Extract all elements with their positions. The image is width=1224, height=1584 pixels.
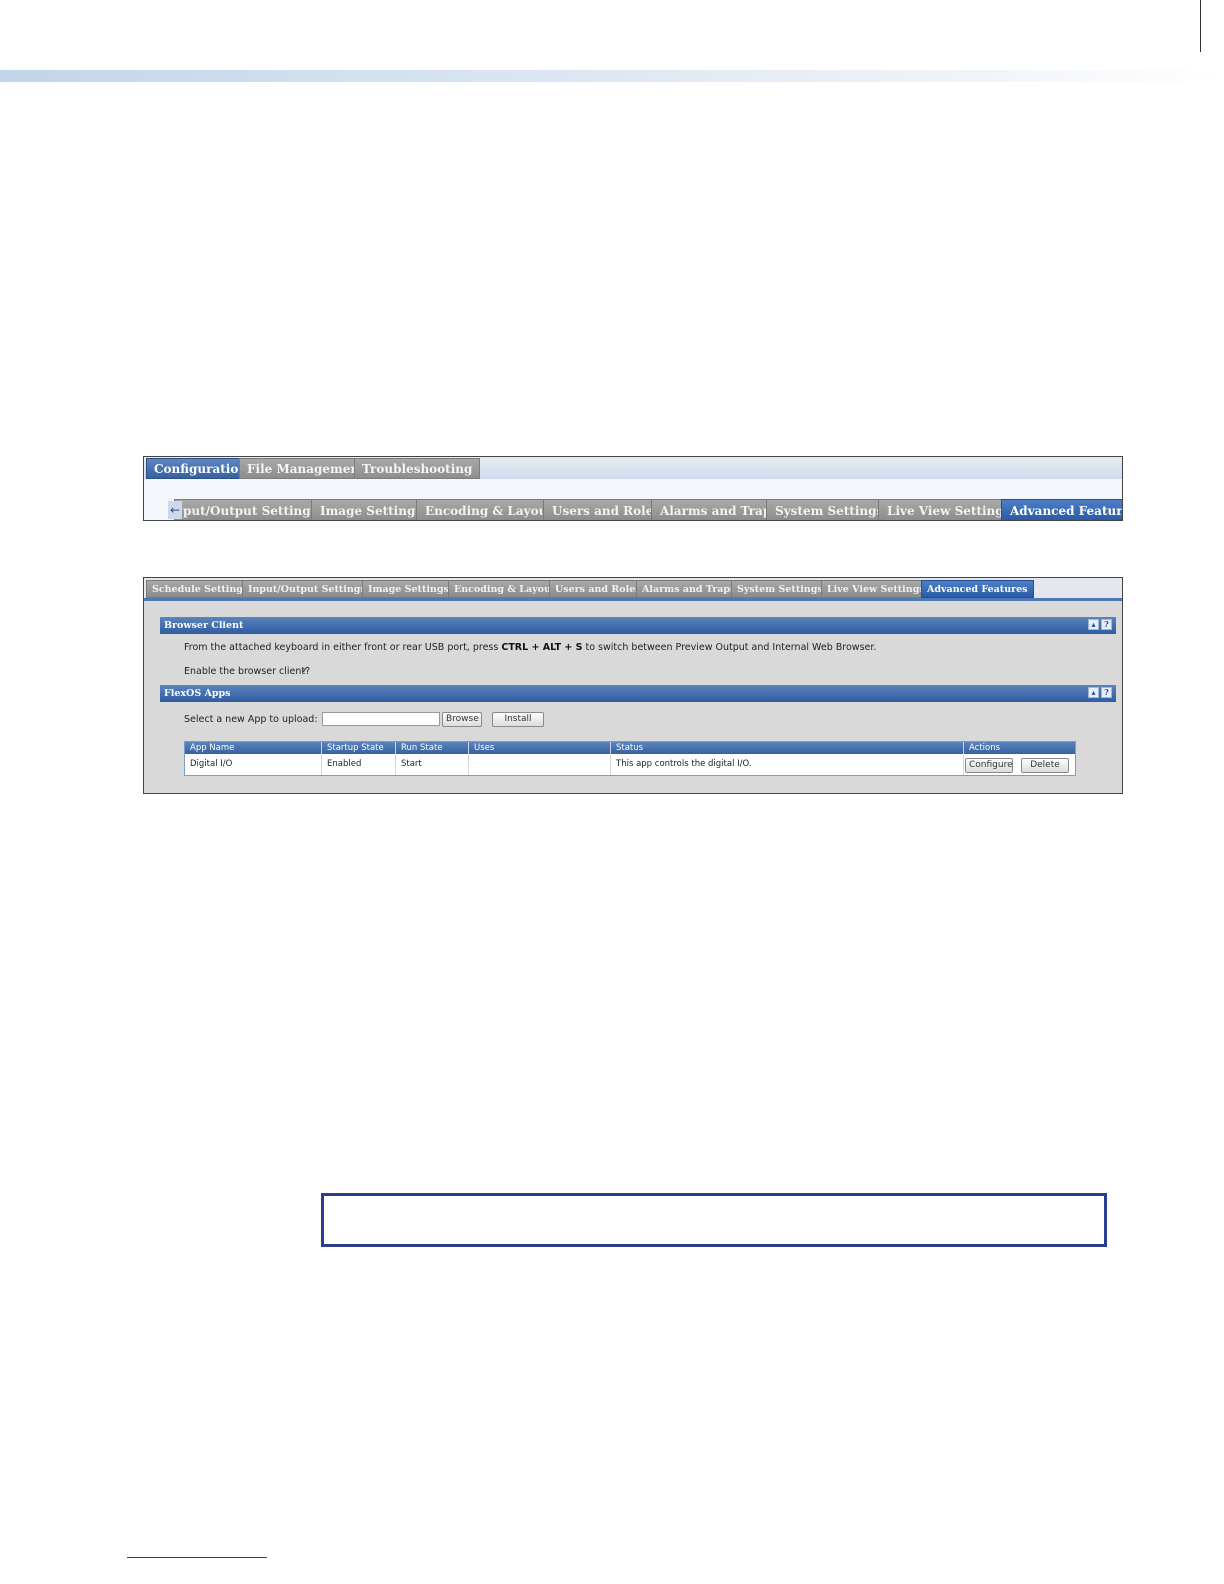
col-startup-state: Startup State bbox=[321, 742, 395, 754]
tab-image-settings[interactable]: Image Settings bbox=[362, 580, 455, 598]
subtab-system-settings[interactable]: System Settings bbox=[766, 499, 893, 520]
col-actions: Actions bbox=[963, 742, 1075, 754]
footer-rule bbox=[127, 1557, 267, 1558]
tab-system-settings[interactable]: System Settings bbox=[731, 580, 829, 598]
flexos-apps-title: FlexOS Apps bbox=[164, 688, 231, 699]
tab-schedule-settings[interactable]: Schedule Settings bbox=[146, 580, 255, 598]
browse-button[interactable]: Browse bbox=[442, 712, 482, 727]
help-icon[interactable]: ? bbox=[1101, 619, 1112, 630]
cell-status: This app controls the digital I/O. bbox=[610, 755, 963, 775]
cell-startup-state: Enabled bbox=[321, 755, 395, 775]
cell-uses bbox=[468, 755, 610, 775]
delete-button[interactable]: Delete bbox=[1021, 758, 1069, 773]
main-tab-bar: Configuration File Management Troublesho… bbox=[144, 457, 1122, 480]
subtab-image-settings[interactable]: Image Settings bbox=[311, 499, 432, 520]
browser-client-description: From the attached keyboard in either fro… bbox=[184, 642, 877, 653]
tab-advanced-features[interactable]: Advanced Features bbox=[921, 580, 1034, 598]
upload-file-input[interactable] bbox=[322, 712, 440, 726]
tab-file-management[interactable]: File Management bbox=[239, 458, 373, 479]
apps-table-header: App Name Startup State Run State Uses St… bbox=[185, 742, 1075, 754]
settings-tab-bar: Schedule Settings Input/Output Settings … bbox=[144, 578, 1122, 601]
col-status: Status bbox=[610, 742, 963, 754]
header-gradient-bar bbox=[0, 70, 1224, 82]
col-app-name: App Name bbox=[190, 743, 235, 753]
flexos-apps-header: FlexOS Apps ▴? bbox=[160, 685, 1116, 702]
tab-input-output-settings[interactable]: Input/Output Settings bbox=[242, 580, 372, 598]
subtab-live-view-settings[interactable]: Live View Settings bbox=[878, 499, 1020, 520]
tab-users-and-roles[interactable]: Users and Roles bbox=[549, 580, 647, 598]
upload-app-label: Select a new App to upload: bbox=[184, 714, 318, 725]
subtab-input-output-settings[interactable]: put/Output Settings bbox=[174, 499, 327, 520]
configure-button[interactable]: Configure bbox=[965, 758, 1013, 773]
page-edge-line bbox=[1200, 0, 1201, 52]
subtab-encoding-layout[interactable]: Encoding & Layout bbox=[416, 499, 562, 520]
cell-run-state: Start bbox=[395, 755, 468, 775]
browser-client-title: Browser Client bbox=[164, 620, 244, 631]
note-box bbox=[321, 1193, 1107, 1247]
screenshot-advanced-features: Schedule Settings Input/Output Settings … bbox=[143, 577, 1123, 794]
enable-browser-client-checkbox[interactable]: ✓ bbox=[301, 665, 309, 676]
install-button[interactable]: Install bbox=[492, 712, 544, 727]
tab-live-view-settings[interactable]: Live View Settings bbox=[821, 580, 931, 598]
help-icon[interactable]: ? bbox=[1101, 687, 1112, 698]
tab-alarms-and-traps[interactable]: Alarms and Traps bbox=[636, 580, 742, 598]
tab-troubleshooting[interactable]: Troubleshooting bbox=[354, 458, 481, 479]
screenshot-tab-strip: Configuration File Management Troublesho… bbox=[143, 456, 1123, 521]
scroll-left-arrow-icon[interactable]: ← bbox=[168, 501, 182, 519]
collapse-icon[interactable]: ▴ bbox=[1088, 619, 1099, 630]
apps-table: App Name Startup State Run State Uses St… bbox=[184, 741, 1076, 776]
enable-browser-client-label: Enable the browser client? bbox=[184, 666, 311, 677]
shortcut-keys: CTRL + ALT + S bbox=[501, 642, 583, 653]
cell-app-name: Digital I/O bbox=[190, 759, 233, 769]
tab-encoding-layout[interactable]: Encoding & Layout bbox=[448, 580, 562, 598]
browser-client-header: Browser Client ▴? bbox=[160, 617, 1116, 634]
collapse-icon[interactable]: ▴ bbox=[1088, 687, 1099, 698]
subtab-advanced-features[interactable]: Advanced Features bbox=[1001, 499, 1122, 520]
sub-tab-row: put/Output Settings Image Settings Encod… bbox=[144, 479, 1122, 520]
col-run-state: Run State bbox=[395, 742, 468, 754]
col-uses: Uses bbox=[468, 742, 610, 754]
